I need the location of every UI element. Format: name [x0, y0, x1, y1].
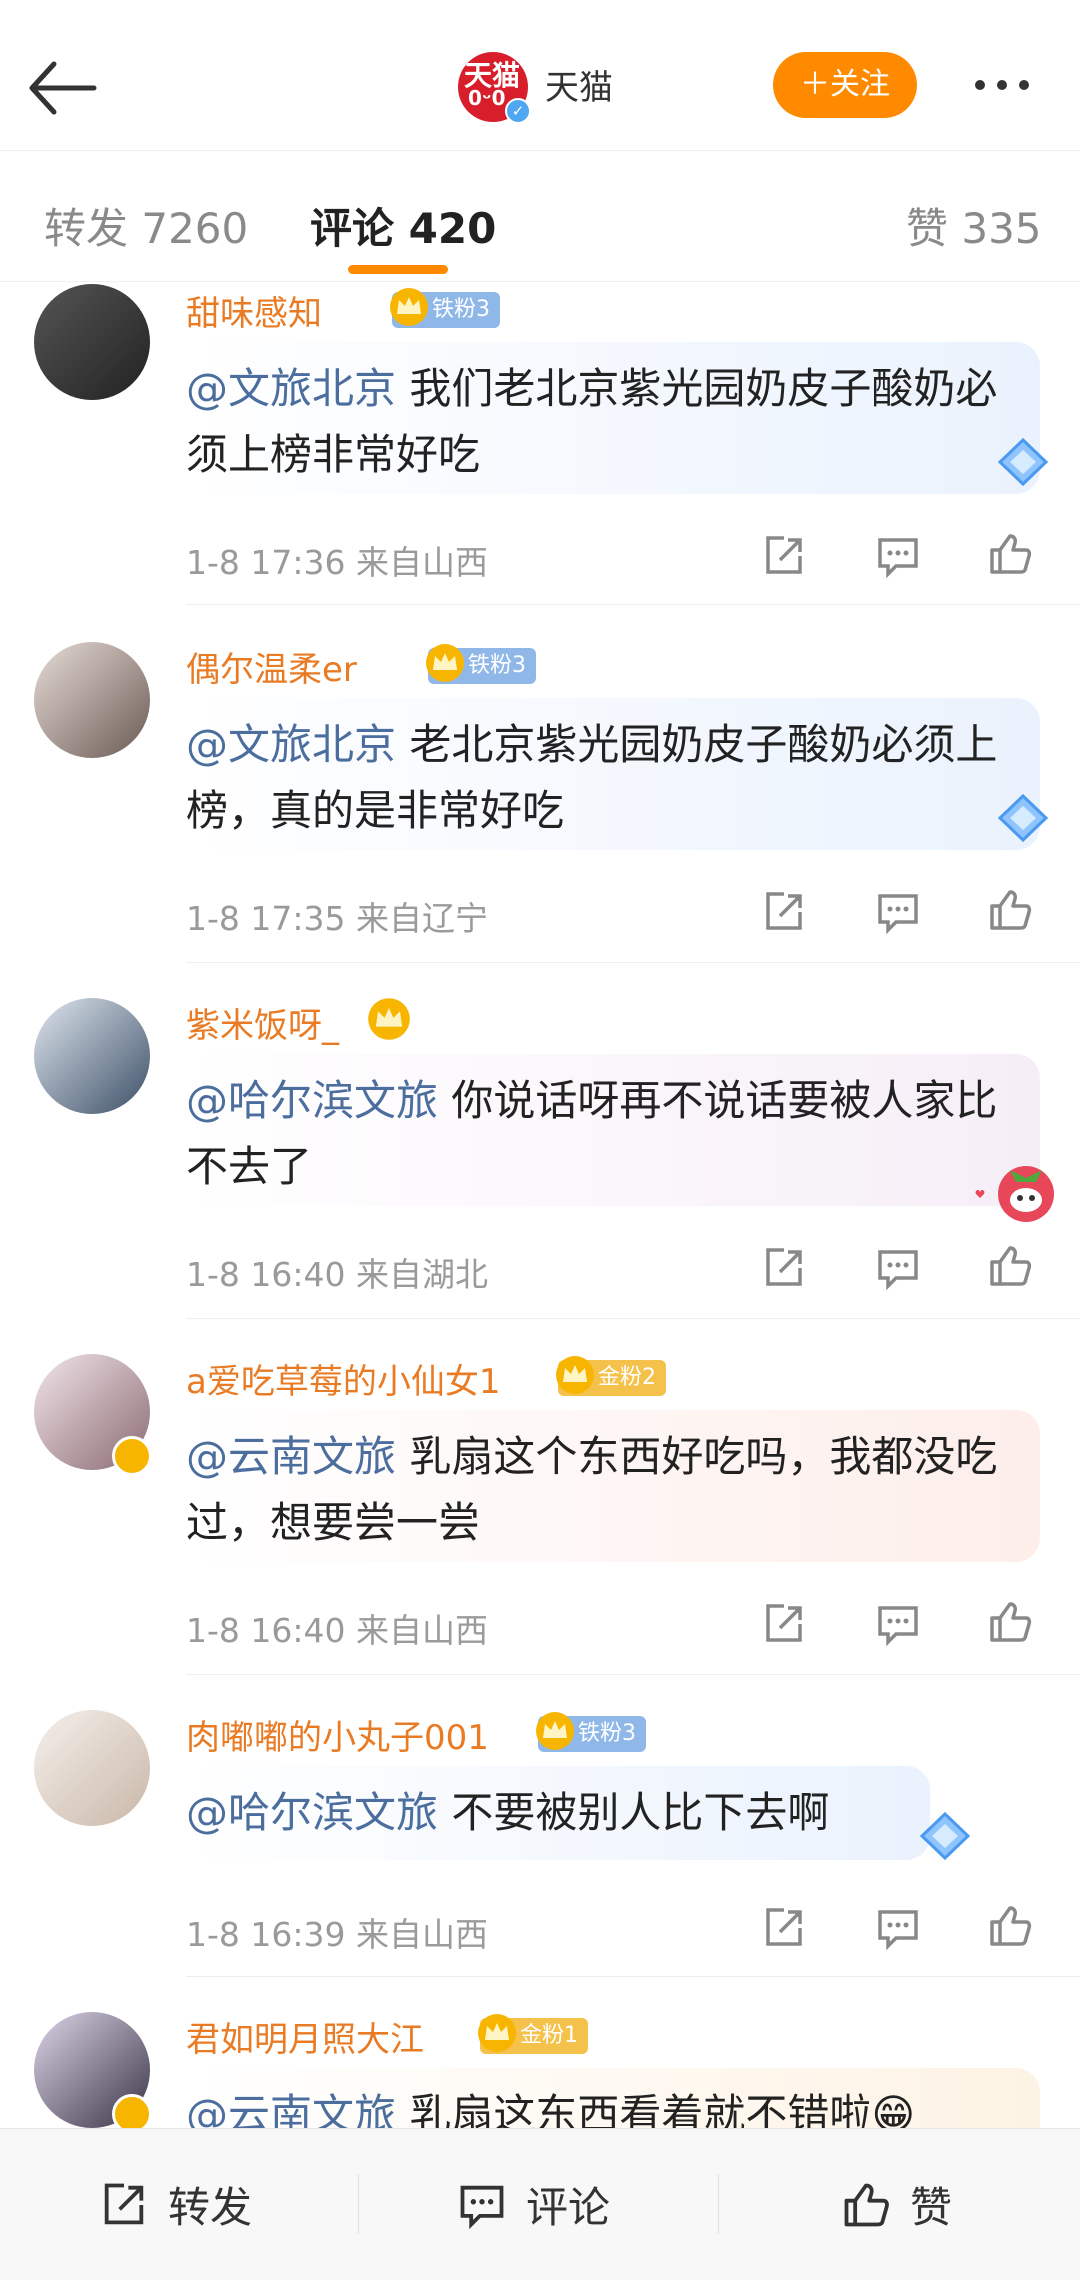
avatar[interactable] [34, 1710, 150, 1826]
comment-time: 1-8 17:36 来自山西 [186, 543, 488, 582]
fan-badge-label: 铁粉3 [432, 297, 490, 322]
tab-reposts[interactable]: 转发 7260 [44, 195, 248, 256]
comment-icon[interactable] [874, 1904, 922, 1952]
crown-icon [556, 1356, 594, 1394]
comment-icon[interactable] [874, 1244, 922, 1292]
top-bar: 天猫 0ᵕ0 ✓ 天猫 ＋关注 [0, 0, 1080, 151]
strawberry-sticker-icon [975, 1166, 1054, 1222]
verified-user-icon [112, 1436, 152, 1476]
like-button[interactable]: 赞 [840, 2129, 952, 2280]
active-tab-indicator [348, 265, 448, 274]
account-name[interactable]: 天猫 [545, 60, 613, 109]
like-icon[interactable] [986, 530, 1034, 578]
comment-username[interactable]: 君如明月照大江 [186, 2012, 424, 2061]
like-icon[interactable] [986, 886, 1034, 934]
comment-username[interactable]: 甜味感知 [186, 286, 322, 335]
fan-badge-label: 铁粉3 [468, 653, 526, 678]
separator [358, 2174, 359, 2234]
comment-icon[interactable] [874, 1600, 922, 1648]
repost-icon[interactable] [760, 532, 808, 580]
repost-icon [104, 2183, 144, 2224]
fan-badge-label: 金粉2 [598, 1365, 656, 1390]
comment-text: 不要被别人比下去啊 [438, 1788, 830, 1837]
fan-badge: 铁粉3 [536, 1712, 646, 1752]
tab-likes[interactable]: 赞 335 [906, 195, 1042, 256]
comment-bubble: @云南文旅 乳扇这个东西好吃吗，我都没吃过，想要尝一尝 [186, 1410, 1040, 1562]
crown-icon [390, 288, 428, 326]
crown-icon [368, 998, 410, 1040]
like-icon[interactable] [986, 1242, 1034, 1290]
divider [186, 1674, 1080, 1675]
comment-bubble: @哈尔滨文旅 你说话呀再不说话要被人家比不去了 [186, 1054, 1040, 1206]
divider [186, 604, 1080, 605]
like-icon [844, 2183, 889, 2226]
crown-icon [536, 1712, 574, 1750]
avatar[interactable] [34, 284, 150, 400]
comment-label: 评论 [526, 2183, 611, 2232]
verified-icon: ✓ [505, 98, 531, 124]
more-options-icon[interactable] [975, 75, 1055, 95]
comment-time: 1-8 16:39 来自山西 [186, 1915, 488, 1954]
mention-link[interactable]: @哈尔滨文旅 [186, 1788, 438, 1837]
repost-icon[interactable] [760, 1244, 808, 1292]
comment-bubble: @文旅北京 我们老北京紫光园奶皮子酸奶必须上榜非常好吃 [186, 342, 1040, 494]
comment-bubble: @文旅北京 老北京紫光园奶皮子酸奶必须上榜，真的是非常好吃 [186, 698, 1040, 850]
comment-time: 1-8 17:35 来自辽宁 [186, 899, 488, 938]
bottom-action-bar: 转发 评论 赞 [0, 2128, 1080, 2280]
divider [186, 962, 1080, 963]
comment-button[interactable]: 评论 [456, 2129, 610, 2280]
mention-link[interactable]: @云南文旅 [186, 1432, 396, 1481]
tab-comments[interactable]: 评论 420 [310, 195, 496, 256]
comment-icon[interactable] [874, 532, 922, 580]
repost-icon[interactable] [760, 888, 808, 936]
avatar[interactable] [34, 998, 150, 1114]
fan-badge: 金粉1 [478, 2014, 588, 2054]
divider [186, 1976, 1080, 1977]
fan-badge-label: 铁粉3 [578, 1721, 636, 1746]
comment-time: 1-8 16:40 来自湖北 [186, 1255, 488, 1294]
avatar[interactable] [34, 642, 150, 758]
comment-username[interactable]: 肉嘟嘟的小丸子001 [186, 1710, 489, 1759]
diamond-icon [919, 1811, 971, 1861]
fan-badge: 铁粉3 [390, 288, 500, 328]
like-icon[interactable] [986, 1902, 1034, 1950]
tab-bar: 转发 7260 评论 420 赞 335 [0, 151, 1080, 282]
mention-link[interactable]: @哈尔滨文旅 [186, 1076, 438, 1125]
back-arrow-icon[interactable] [24, 48, 104, 128]
mention-link[interactable]: @文旅北京 [186, 720, 396, 769]
fan-badge-label: 金粉1 [520, 2023, 578, 2048]
comment-username[interactable]: a爱吃草莓的小仙女1 [186, 1354, 500, 1403]
like-icon[interactable] [986, 1598, 1034, 1646]
crown-icon [478, 2014, 516, 2052]
mention-link[interactable]: @文旅北京 [186, 364, 396, 413]
diamond-icon [997, 793, 1049, 843]
repost-button[interactable]: 转发 [98, 2129, 252, 2280]
divider [186, 1318, 1080, 1319]
repost-icon[interactable] [760, 1600, 808, 1648]
repost-label: 转发 [168, 2183, 253, 2232]
repost-icon[interactable] [760, 1904, 808, 1952]
comment-username[interactable]: 紫米饭呀_ [186, 998, 339, 1047]
comment-time: 1-8 16:40 来自山西 [186, 1611, 488, 1650]
follow-button[interactable]: ＋关注 [773, 52, 917, 118]
comment-bubble: @哈尔滨文旅 不要被别人比下去啊 [186, 1766, 930, 1860]
separator [718, 2174, 719, 2234]
diamond-icon [997, 437, 1049, 487]
like-label: 赞 [910, 2183, 953, 2232]
crown-icon [426, 644, 464, 682]
fan-badge: 金粉2 [556, 1356, 666, 1396]
comment-icon [460, 2185, 504, 2229]
fan-badge: 铁粉3 [426, 644, 536, 684]
comment-icon[interactable] [874, 888, 922, 936]
logo-sub: 0ᵕ0 [468, 86, 506, 110]
comment-username[interactable]: 偶尔温柔er [186, 642, 357, 691]
